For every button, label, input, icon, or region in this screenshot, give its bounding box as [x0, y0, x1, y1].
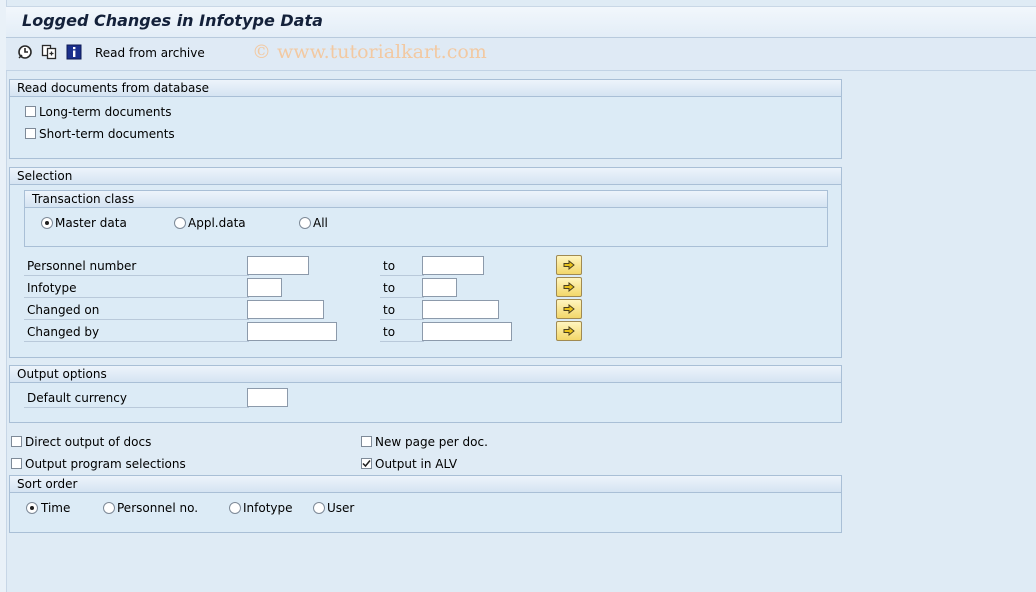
output-program-selections-checkbox[interactable] — [11, 458, 22, 469]
personnel-number-multiple-selection-button[interactable] — [556, 255, 582, 275]
changed-by-from-input[interactable] — [247, 322, 337, 341]
page-title: Logged Changes in Infotype Data — [22, 11, 323, 30]
long-term-documents-label: Long-term documents — [39, 105, 172, 119]
personnel-number-to-label: to — [380, 257, 424, 276]
application-toolbar: Read from archive © www.tutorialkart.com — [6, 38, 1036, 71]
sort-order-header: Sort order — [10, 476, 841, 493]
selection-header: Selection — [10, 168, 841, 185]
personnel-number-label: Personnel number — [24, 257, 249, 276]
output-options-header: Output options — [10, 366, 841, 383]
infotype-to-label: to — [380, 279, 424, 298]
transaction-class-header: Transaction class — [25, 191, 827, 208]
changed-by-to-input[interactable] — [422, 322, 512, 341]
appl-data-label: Appl.data — [188, 216, 246, 230]
direct-output-checkbox[interactable] — [11, 436, 22, 447]
long-term-documents-checkbox[interactable] — [25, 106, 36, 117]
sort-infotype-radio[interactable] — [229, 502, 241, 514]
appl-data-radio[interactable] — [174, 217, 186, 229]
sort-order-title: Sort order — [17, 477, 78, 491]
infotype-label: Infotype — [24, 279, 249, 298]
read-documents-title: Read documents from database — [17, 81, 209, 95]
arrow-right-icon — [563, 260, 575, 270]
changed-by-label: Changed by — [24, 323, 249, 342]
sort-personnel-no-radio[interactable] — [103, 502, 115, 514]
direct-output-label: Direct output of docs — [25, 435, 152, 449]
read-documents-header: Read documents from database — [10, 80, 841, 97]
output-options-title: Output options — [17, 367, 107, 381]
watermark: © www.tutorialkart.com — [252, 41, 487, 63]
default-currency-label: Default currency — [24, 389, 249, 408]
output-options-group: Output options Default currency — [9, 365, 842, 423]
new-page-per-doc-checkbox[interactable] — [361, 436, 372, 447]
changed-on-label: Changed on — [24, 301, 249, 320]
personnel-number-from-input[interactable] — [247, 256, 309, 275]
infotype-multiple-selection-button[interactable] — [556, 277, 582, 297]
infotype-to-input[interactable] — [422, 278, 457, 297]
infotype-from-input[interactable] — [247, 278, 282, 297]
transaction-class-group: Transaction class Master data Appl.data … — [24, 190, 828, 247]
changed-on-to-input[interactable] — [422, 300, 499, 319]
changed-on-multiple-selection-button[interactable] — [556, 299, 582, 319]
all-radio[interactable] — [299, 217, 311, 229]
selection-title: Selection — [17, 169, 73, 183]
selection-group: Selection Transaction class Master data … — [9, 167, 842, 358]
changed-on-to-label: to — [380, 301, 424, 320]
arrow-right-icon — [563, 282, 575, 292]
sort-time-label: Time — [41, 501, 71, 515]
sort-time-radio[interactable] — [26, 502, 38, 514]
short-term-documents-label: Short-term documents — [39, 127, 175, 141]
sort-personnel-no-label: Personnel no. — [117, 501, 199, 515]
sort-infotype-label: Infotype — [243, 501, 293, 515]
arrow-right-icon — [563, 326, 575, 336]
changed-by-to-label: to — [380, 323, 424, 342]
left-border — [0, 0, 7, 592]
master-data-radio[interactable] — [41, 217, 53, 229]
get-variant-icon[interactable] — [41, 44, 57, 60]
read-from-archive-button[interactable]: Read from archive — [95, 46, 205, 60]
checkmark-icon — [362, 460, 371, 468]
new-page-per-doc-label: New page per doc. — [375, 435, 488, 449]
changed-on-from-input[interactable] — [247, 300, 324, 319]
sort-user-radio[interactable] — [313, 502, 325, 514]
changed-by-multiple-selection-button[interactable] — [556, 321, 582, 341]
master-data-label: Master data — [55, 216, 127, 230]
read-documents-group: Read documents from database Long-term d… — [9, 79, 842, 159]
program-documentation-icon[interactable] — [66, 44, 82, 60]
personnel-number-to-input[interactable] — [422, 256, 484, 275]
all-label: All — [313, 216, 328, 230]
output-in-alv-checkbox[interactable] — [361, 458, 372, 469]
short-term-documents-checkbox[interactable] — [25, 128, 36, 139]
arrow-right-icon — [563, 304, 575, 314]
title-bar: Logged Changes in Infotype Data — [6, 6, 1036, 38]
output-in-alv-label: Output in ALV — [375, 457, 458, 471]
execute-icon[interactable] — [17, 44, 33, 60]
default-currency-input[interactable] — [247, 388, 288, 407]
sort-order-group: Sort order Time Personnel no. Infotype U… — [9, 475, 842, 533]
output-program-selections-label: Output program selections — [25, 457, 186, 471]
sort-user-label: User — [327, 501, 355, 515]
transaction-class-title: Transaction class — [32, 192, 135, 206]
